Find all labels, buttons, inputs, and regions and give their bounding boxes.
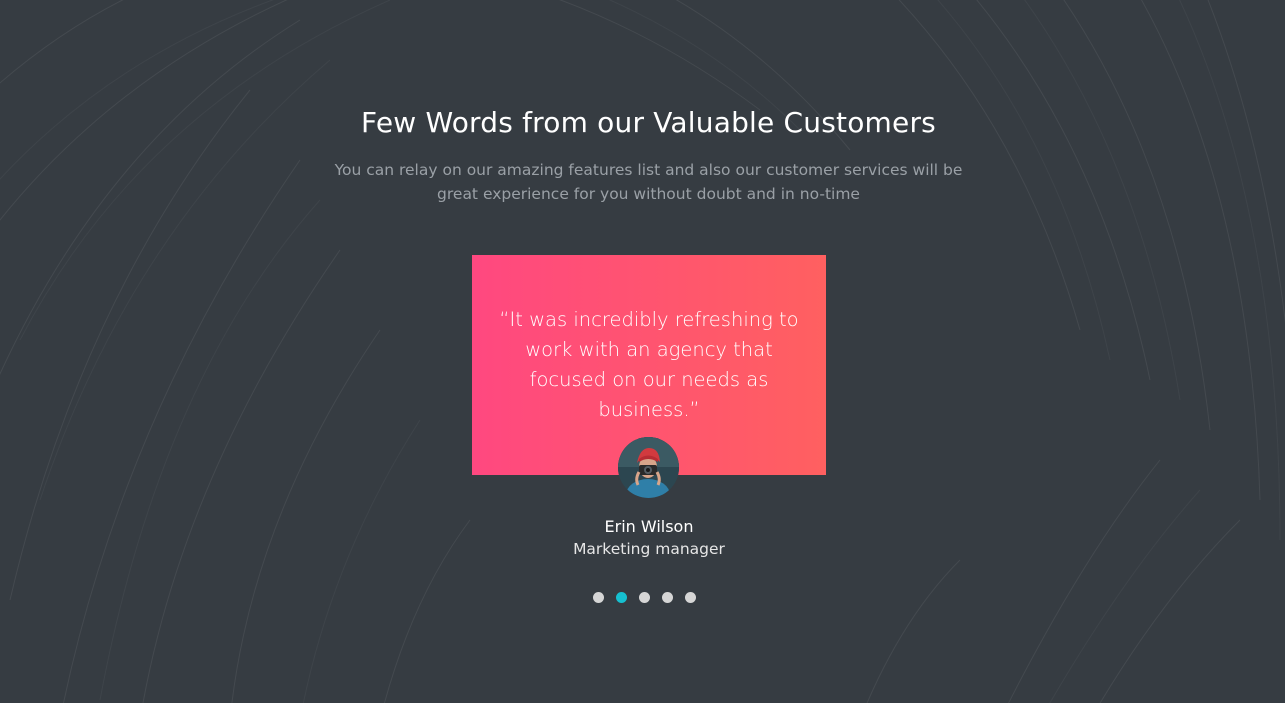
carousel-dot-3[interactable] (639, 592, 650, 603)
carousel-dot-1[interactable] (593, 592, 604, 603)
carousel-dot-5[interactable] (685, 592, 696, 603)
author-role: Marketing manager (573, 540, 725, 558)
carousel-pagination (593, 592, 696, 604)
section-title: Few Words from our Valuable Customers (361, 106, 936, 139)
person-with-camera-avatar-icon (618, 437, 679, 498)
section-subtitle: You can relay on our amazing features li… (334, 161, 963, 203)
carousel-dot-4[interactable] (662, 592, 673, 603)
author-name: Erin Wilson (604, 517, 694, 536)
testimonial-quote: “It was incredibly refreshing to work wi… (499, 308, 799, 421)
testimonials-section: Few Words from our Valuable Customers Yo… (0, 0, 1285, 703)
carousel-dot-2-active[interactable] (616, 592, 627, 603)
